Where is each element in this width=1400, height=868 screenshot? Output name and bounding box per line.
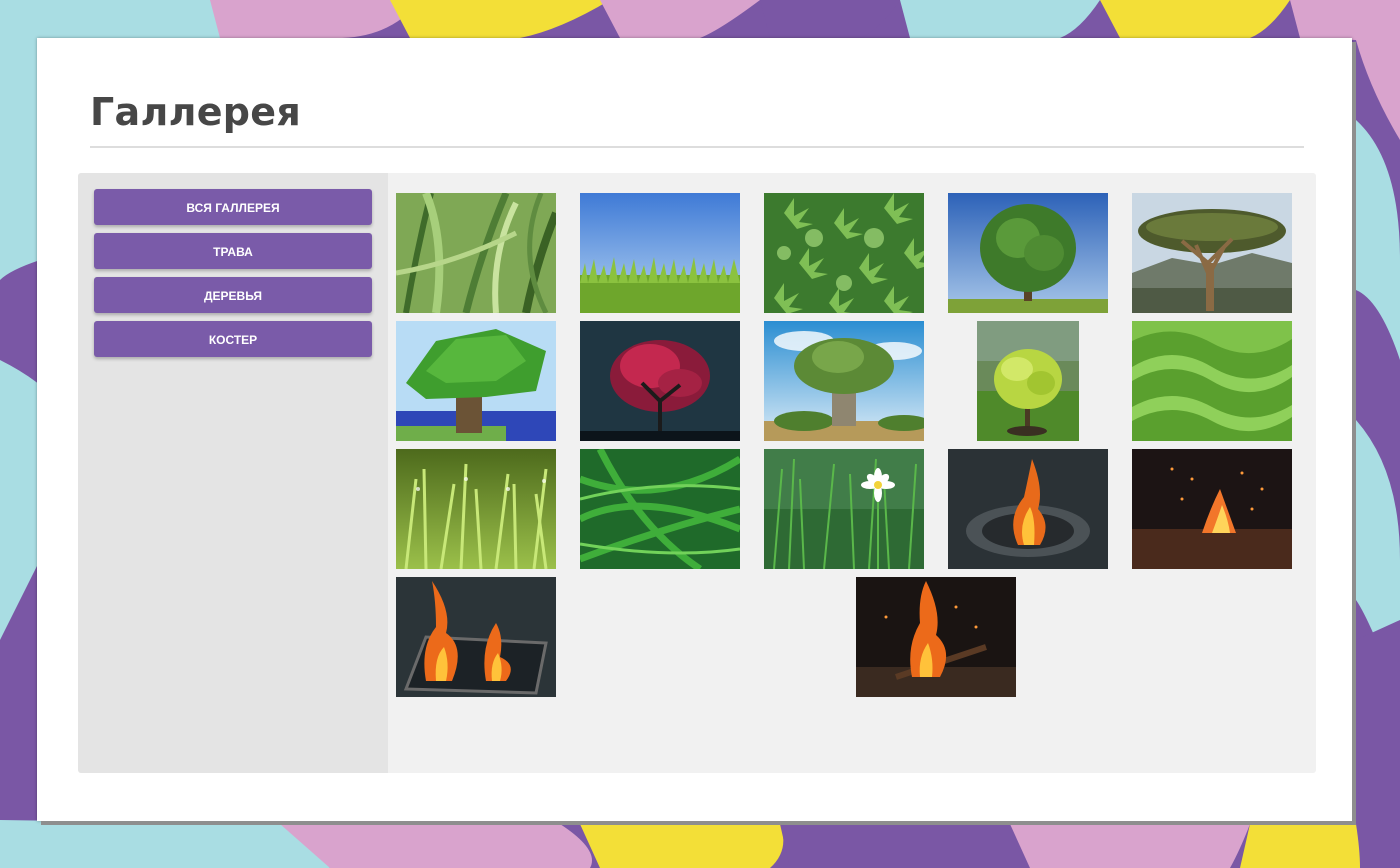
filter-fire-button[interactable]: КОСТЕР [94,321,372,357]
gallery-image-grass-blades[interactable] [580,449,740,569]
filter-trees-button[interactable]: ДЕРЕВЬЯ [94,277,372,313]
gallery-image-yellow-green-bush[interactable] [977,321,1079,441]
gallery-image-campfire-sparks[interactable] [1132,449,1292,569]
gallery-image-grass-waves[interactable] [1132,321,1292,441]
filter-sidebar: ВСЯ ГАЛЛЕРЕЯ ТРАВА ДЕРЕВЬЯ КОСТЕР [78,173,388,773]
gallery-image-grass-closeup[interactable] [396,193,556,313]
gallery-image-lone-tree-field[interactable] [948,193,1108,313]
gallery-image-grass-dew[interactable] [396,449,556,569]
gallery-image-daisy-in-grass[interactable] [764,449,924,569]
gallery-card: Галлерея ВСЯ ГАЛЛЕРЕЯ ТРАВА ДЕРЕВЬЯ КОСТ… [37,38,1352,821]
gallery-image-red-blossom-tree[interactable] [580,321,740,441]
gallery-grid [388,173,1316,773]
gallery-image-voxel-tree[interactable] [396,321,556,441]
gallery-image-campfire-pit[interactable] [948,449,1108,569]
page-title: Галлерея [90,90,302,134]
filter-all-button[interactable]: ВСЯ ГАЛЛЕРЕЯ [94,189,372,225]
title-divider [90,146,1304,148]
gallery-image-grass-blue-sky[interactable] [580,193,740,313]
filter-grass-button[interactable]: ТРАВА [94,233,372,269]
gallery-image-grill-fire[interactable] [396,577,556,697]
gallery-image-leaf-pattern[interactable] [764,193,924,313]
gallery-image-baobab-tree[interactable] [764,321,924,441]
gallery-image-burning-logs[interactable] [856,577,1016,697]
gallery-image-dragon-tree[interactable] [1132,193,1292,313]
